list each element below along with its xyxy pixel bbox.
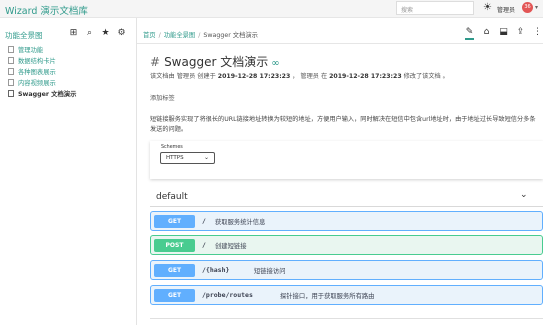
operation-path: / — [202, 241, 206, 249]
hash-icon: # — [150, 55, 161, 69]
search-icon[interactable]: ⌕ — [84, 28, 95, 38]
schemes-label: Schemes — [161, 145, 183, 150]
sidebar-item-label: 各种图表展示 — [18, 69, 56, 76]
operation-row[interactable]: GET /{hash} 短链接访问 — [150, 260, 543, 280]
sidebar-item-label: 内容视频展示 — [18, 80, 56, 87]
created-time: 2019-12-28 17:23:23 — [217, 73, 291, 80]
sidebar: 功能全景图 ⊞ ⌕ ★ ⚙ 管理功能 数据结构卡片 各种图表展示 内容视频展示 … — [0, 18, 137, 325]
schemes-select[interactable]: HTTPS ⌄ — [160, 152, 215, 164]
breadcrumb-separator: / — [198, 32, 201, 39]
notification-badge[interactable]: 36 — [522, 2, 533, 13]
sidebar-toolbar: ⊞ ⌕ ★ ⚙ — [68, 28, 127, 38]
app-title[interactable]: Wizard 演示文档库 — [5, 3, 88, 17]
document-description: 短链接服务实现了将很长的URL链接地址转换为较短的地址，方便用户输入，同时解决在… — [150, 116, 536, 133]
operation-path: / — [202, 217, 206, 225]
tag-icon[interactable]: ⌂ — [481, 27, 492, 37]
chevron-down-icon[interactable]: ▾ — [535, 4, 538, 11]
sidebar-item-data-cards[interactable]: 数据结构卡片 — [8, 55, 76, 66]
divider — [137, 43, 543, 44]
swagger-tag-default[interactable]: default ⌄ — [150, 187, 543, 207]
document-toolbar: ✎ ⌂ ⬓ ⇪ ⋮ — [464, 27, 543, 40]
meta-text: ， 管理员 在 — [290, 73, 330, 80]
more-icon[interactable]: ⋮ — [532, 27, 543, 37]
document-icon — [8, 90, 14, 97]
link-icon[interactable]: ∞ — [271, 58, 279, 69]
method-badge: GET — [154, 215, 195, 228]
operation-row[interactable]: GET / 获取服务统计信息 — [150, 211, 543, 231]
tag-name: default — [156, 192, 188, 202]
document-icon — [8, 46, 14, 53]
breadcrumb-separator: / — [158, 32, 161, 39]
operation-row[interactable]: GET /probe/routes 探针接口，用于获取服务所有路由 — [150, 285, 543, 305]
edit-pen-icon[interactable]: ✎ — [464, 27, 475, 40]
operation-summary: 获取服务统计信息 — [215, 219, 266, 226]
share-icon[interactable]: ⇪ — [515, 27, 526, 37]
divider — [150, 318, 543, 319]
method-badge: POST — [154, 239, 195, 252]
operation-summary: 短链接访问 — [254, 268, 286, 275]
add-icon[interactable]: ⊞ — [68, 28, 79, 38]
chevron-down-icon: ⌄ — [203, 154, 209, 161]
page-title: # Swagger 文档演示 ∞ — [150, 53, 280, 70]
operation-summary: 探针接口，用于获取服务所有路由 — [280, 293, 375, 300]
sidebar-heading[interactable]: 功能全景图 — [5, 30, 43, 41]
sidebar-item-label: 管理功能 — [18, 47, 44, 54]
sidebar-item-charts[interactable]: 各种图表展示 — [8, 66, 76, 77]
top-bar: Wizard 演示文档库 搜索 ☀ 管理员 36 ▾ — [0, 0, 543, 18]
document-tree: 管理功能 数据结构卡片 各种图表展示 内容视频展示 Swagger 文档演示 — [8, 44, 76, 99]
breadcrumb-current: Swagger 文档演示 — [203, 32, 258, 39]
method-badge: GET — [154, 264, 195, 277]
operation-path: /probe/routes — [202, 291, 253, 299]
document-icon — [8, 68, 14, 75]
meta-text: 修改了该文档 。 — [401, 73, 449, 80]
page-title-text: Swagger 文档演示 — [164, 55, 269, 69]
sidebar-item-swagger[interactable]: Swagger 文档演示 — [8, 88, 76, 99]
operation-path: /{hash} — [202, 266, 230, 274]
download-icon[interactable]: ⬓ — [498, 27, 509, 37]
breadcrumb-section[interactable]: 功能全景图 — [164, 32, 195, 39]
sidebar-item-admin[interactable]: 管理功能 — [8, 44, 76, 55]
breadcrumb-home[interactable]: 首页 — [143, 32, 156, 39]
modified-time: 2019-12-28 17:23:23 — [329, 73, 402, 80]
add-tag-button[interactable]: 添加标签 — [150, 93, 175, 102]
document-meta: 该文档由 管理员 创建于 2019-12-28 17:23:23 ， 管理员 在… — [150, 71, 449, 80]
user-menu[interactable]: 管理员 — [497, 5, 515, 14]
search-input[interactable]: 搜索 — [396, 1, 474, 15]
schemes-value: HTTPS — [166, 155, 184, 161]
operation-row[interactable]: POST / 创建短链接 — [150, 235, 543, 255]
chevron-down-icon[interactable]: ⌄ — [520, 190, 528, 200]
document-icon — [8, 79, 14, 86]
sidebar-item-video[interactable]: 内容视频展示 — [8, 77, 76, 88]
method-badge: GET — [154, 289, 195, 302]
sidebar-item-label: 数据结构卡片 — [18, 58, 56, 65]
document-icon — [8, 57, 14, 64]
schemes-panel: Schemes HTTPS ⌄ — [150, 141, 543, 179]
theme-sun-icon[interactable]: ☀ — [483, 2, 492, 13]
gear-icon[interactable]: ⚙ — [116, 28, 127, 38]
star-icon[interactable]: ★ — [100, 28, 111, 38]
operation-summary: 创建短链接 — [215, 243, 247, 250]
meta-text: 该文档由 管理员 创建于 — [150, 73, 218, 80]
sidebar-item-label: Swagger 文档演示 — [18, 91, 77, 98]
